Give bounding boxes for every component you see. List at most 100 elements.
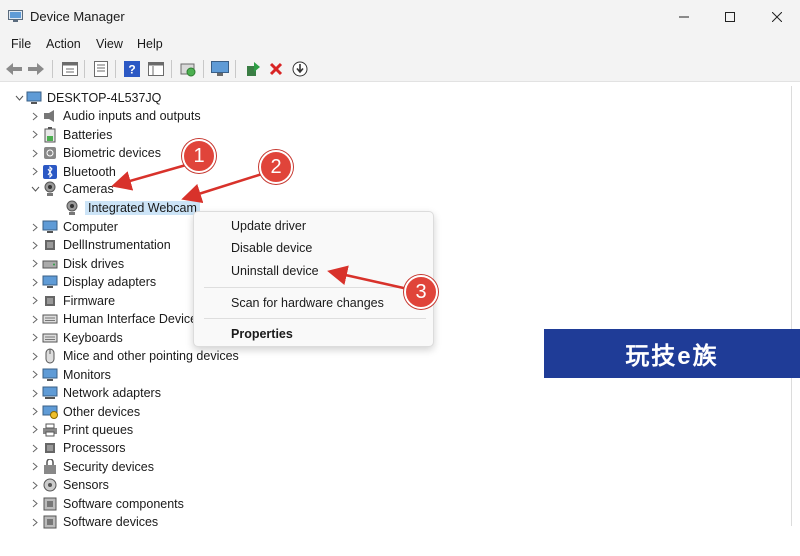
security-icon (42, 458, 58, 475)
tree-item-label: Software components (63, 496, 184, 511)
software-device-icon (42, 514, 58, 530)
disk-drive-icon (42, 256, 58, 272)
uninstall-device-item[interactable]: Uninstall device (231, 264, 319, 278)
chevron-right-icon[interactable] (28, 329, 42, 347)
tree-item-audio-inputs-and-outputs[interactable]: Audio inputs and outputs (28, 107, 201, 125)
tree-item-bluetooth[interactable]: Bluetooth (28, 163, 116, 181)
menu-view[interactable]: View (96, 37, 123, 51)
tree-item-cameras[interactable]: Cameras (28, 180, 114, 198)
chevron-right-icon[interactable] (28, 218, 42, 236)
maximize-button[interactable] (707, 0, 753, 34)
chevron-right-icon[interactable] (28, 403, 42, 421)
network-adapter-icon (42, 385, 58, 401)
chevron-right-icon[interactable] (28, 458, 42, 476)
tree-item-label: Batteries (63, 127, 113, 142)
tree-item-label: Processors (63, 441, 126, 456)
tree-item-mice-and-other-pointing-devices[interactable]: Mice and other pointing devices (28, 347, 239, 365)
tree-item-network-adapters[interactable]: Network adapters (28, 384, 161, 402)
tree-item-label: Audio inputs and outputs (63, 109, 201, 123)
chevron-right-icon[interactable] (28, 163, 42, 181)
tree-root-label: DESKTOP-4L537JQ (47, 91, 162, 105)
chevron-right-icon[interactable] (28, 513, 42, 531)
tree-item-keyboards[interactable]: Keyboards (28, 329, 123, 347)
webcam-icon (64, 200, 80, 216)
vertical-scrollbar[interactable] (783, 82, 800, 556)
chevron-right-icon[interactable] (28, 273, 42, 291)
update-driver-item[interactable]: Update driver (231, 219, 306, 233)
tree-item-disk-drives[interactable]: Disk drives (28, 255, 124, 273)
chevron-right-icon[interactable] (28, 439, 42, 457)
tree-item-label: Cameras (63, 182, 114, 196)
chevron-down-icon[interactable] (28, 180, 42, 198)
menu-bar: File Action View Help (0, 34, 800, 56)
properties-button[interactable] (60, 59, 80, 79)
chevron-right-icon[interactable] (28, 236, 42, 254)
tree-item-print-queues[interactable]: Print queues (28, 421, 133, 439)
fingerprint-icon (42, 145, 58, 161)
update-button[interactable] (91, 59, 111, 79)
tree-item-dellinstrumentation[interactable]: DellInstrumentation (28, 236, 171, 254)
tree-item-label: Mice and other pointing devices (63, 349, 239, 364)
tree-item-label: Firmware (63, 293, 116, 308)
tree-item-label: Other devices (63, 404, 141, 419)
chevron-right-icon[interactable] (28, 384, 42, 402)
chevron-right-icon[interactable] (28, 126, 42, 144)
tree-item-batteries[interactable]: Batteries (28, 126, 112, 144)
tree-item-software-components[interactable]: Software components (28, 495, 184, 513)
tree-item-biometric-devices[interactable]: Biometric devices (28, 144, 161, 162)
tree-item-other-devices[interactable]: Other devices (28, 403, 140, 421)
tree-item-firmware[interactable]: Firmware (28, 292, 115, 310)
tree-item-monitors[interactable]: Monitors (28, 366, 111, 384)
tree-item-software-devices[interactable]: Software devices (28, 513, 158, 531)
disable-device-item[interactable]: Disable device (231, 241, 312, 255)
menu-help[interactable]: Help (137, 37, 163, 51)
chevron-right-icon[interactable] (28, 347, 42, 365)
scan-button[interactable] (178, 59, 198, 79)
bluetooth-icon (42, 164, 58, 180)
scan-hardware-item[interactable]: Scan for hardware changes (231, 296, 384, 310)
tree-item-label: Keyboards (63, 330, 123, 345)
tree-item-computer[interactable]: Computer (28, 218, 118, 236)
chevron-right-icon[interactable] (28, 144, 42, 162)
download-button[interactable] (290, 59, 310, 79)
tree-item-integrated-webcam[interactable]: Integrated Webcam (64, 199, 200, 217)
keyboard-icon (42, 330, 58, 346)
context-menu: Update driver Disable device Uninstall d… (193, 211, 434, 347)
chevron-right-icon[interactable] (28, 255, 42, 273)
tree-root[interactable]: DESKTOP-4L537JQ (12, 89, 161, 107)
enable-device-button[interactable] (243, 59, 263, 79)
mouse-icon (42, 348, 58, 364)
tree-item-display-adapters[interactable]: Display adapters (28, 273, 156, 291)
title-bar: Device Manager (0, 0, 800, 34)
close-icon (772, 12, 782, 22)
view-button[interactable] (146, 59, 166, 79)
chevron-right-icon[interactable] (28, 366, 42, 384)
chevron-right-icon[interactable] (28, 107, 42, 125)
instrumentation-icon (42, 237, 58, 253)
chevron-right-icon[interactable] (28, 310, 42, 328)
enable-icon (247, 62, 260, 76)
chevron-right-icon[interactable] (28, 421, 42, 439)
monitor-button[interactable] (210, 59, 230, 79)
tree-item-security-devices[interactable]: Security devices (28, 458, 154, 476)
properties-item[interactable]: Properties (231, 327, 293, 341)
tree-item-processors[interactable]: Processors (28, 439, 126, 457)
help-button[interactable]: ? (122, 59, 142, 79)
minimize-button[interactable] (661, 0, 707, 34)
tree-item-sensors[interactable]: Sensors (28, 476, 109, 494)
uninstall-device-button[interactable] (266, 59, 286, 79)
chevron-right-icon[interactable] (28, 495, 42, 513)
forward-button[interactable] (26, 59, 46, 79)
speaker-icon (42, 108, 58, 124)
back-button[interactable] (4, 59, 24, 79)
chevron-right-icon[interactable] (28, 292, 42, 310)
close-button[interactable] (754, 0, 800, 34)
chevron-right-icon[interactable] (28, 476, 42, 494)
window-title: Device Manager (30, 9, 125, 24)
watermark-text: 玩技e族 (625, 343, 719, 370)
chevron-down-icon[interactable] (12, 89, 26, 107)
tree-item-label: Security devices (63, 459, 155, 474)
tree-item-human-interface-device[interactable]: Human Interface Device (28, 310, 197, 328)
menu-file[interactable]: File (11, 37, 31, 51)
menu-action[interactable]: Action (46, 37, 81, 51)
